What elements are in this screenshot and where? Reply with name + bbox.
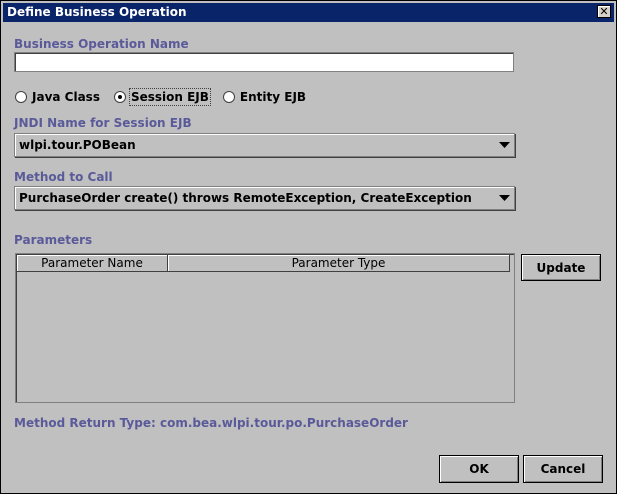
jndi-name-label: JNDI Name for Session EJB [14, 116, 192, 130]
method-to-call-value: PurchaseOrder create() throws RemoteExce… [19, 191, 472, 205]
chevron-down-icon[interactable] [494, 134, 514, 156]
radio-entity-ejb-label: Entity EJB [239, 90, 307, 104]
title-bar[interactable]: Define Business Operation ✕ [3, 3, 614, 22]
business-operation-name-label: Business Operation Name [14, 37, 189, 51]
business-operation-name-input[interactable] [15, 53, 513, 71]
radio-session-ejb-indicator[interactable] [113, 91, 126, 103]
radio-session-ejb[interactable]: Session EJB [113, 88, 211, 106]
column-header-parameter-name[interactable]: Parameter Name [17, 255, 168, 272]
dialog-window: Define Business Operation ✕ Business Ope… [0, 0, 617, 494]
parameters-table[interactable]: Parameter Name Parameter Type [15, 253, 515, 403]
business-operation-name-field[interactable] [14, 52, 514, 72]
method-to-call-dropdown[interactable]: PurchaseOrder create() throws RemoteExce… [14, 186, 515, 210]
radio-session-ejb-label: Session EJB [128, 88, 211, 106]
radio-entity-ejb-indicator[interactable] [222, 91, 235, 103]
update-button[interactable]: Update [521, 254, 601, 281]
radio-java-class-label: Java Class [32, 90, 100, 104]
parameters-table-header: Parameter Name Parameter Type [17, 255, 510, 272]
method-to-call-label: Method to Call [14, 170, 113, 184]
column-header-parameter-type[interactable]: Parameter Type [168, 255, 510, 272]
ok-button[interactable]: OK [439, 455, 519, 483]
parameters-label: Parameters [14, 233, 93, 247]
jndi-name-dropdown[interactable]: wlpi.tour.POBean [14, 133, 515, 157]
radio-java-class-indicator[interactable] [15, 91, 27, 103]
method-return-type: Method Return Type: com.bea.wlpi.tour.po… [14, 416, 408, 430]
radio-entity-ejb[interactable]: Entity EJB [222, 90, 307, 104]
close-icon: ✕ [599, 5, 609, 18]
radio-java-class[interactable]: Java Class [15, 90, 100, 104]
cancel-button[interactable]: Cancel [523, 455, 603, 483]
chevron-down-icon[interactable] [494, 187, 514, 209]
window-title: Define Business Operation [7, 5, 187, 19]
jndi-name-value: wlpi.tour.POBean [19, 138, 136, 152]
close-button[interactable]: ✕ [597, 5, 611, 18]
implementation-type-group: Java Class Session EJB Entity EJB [15, 88, 320, 106]
